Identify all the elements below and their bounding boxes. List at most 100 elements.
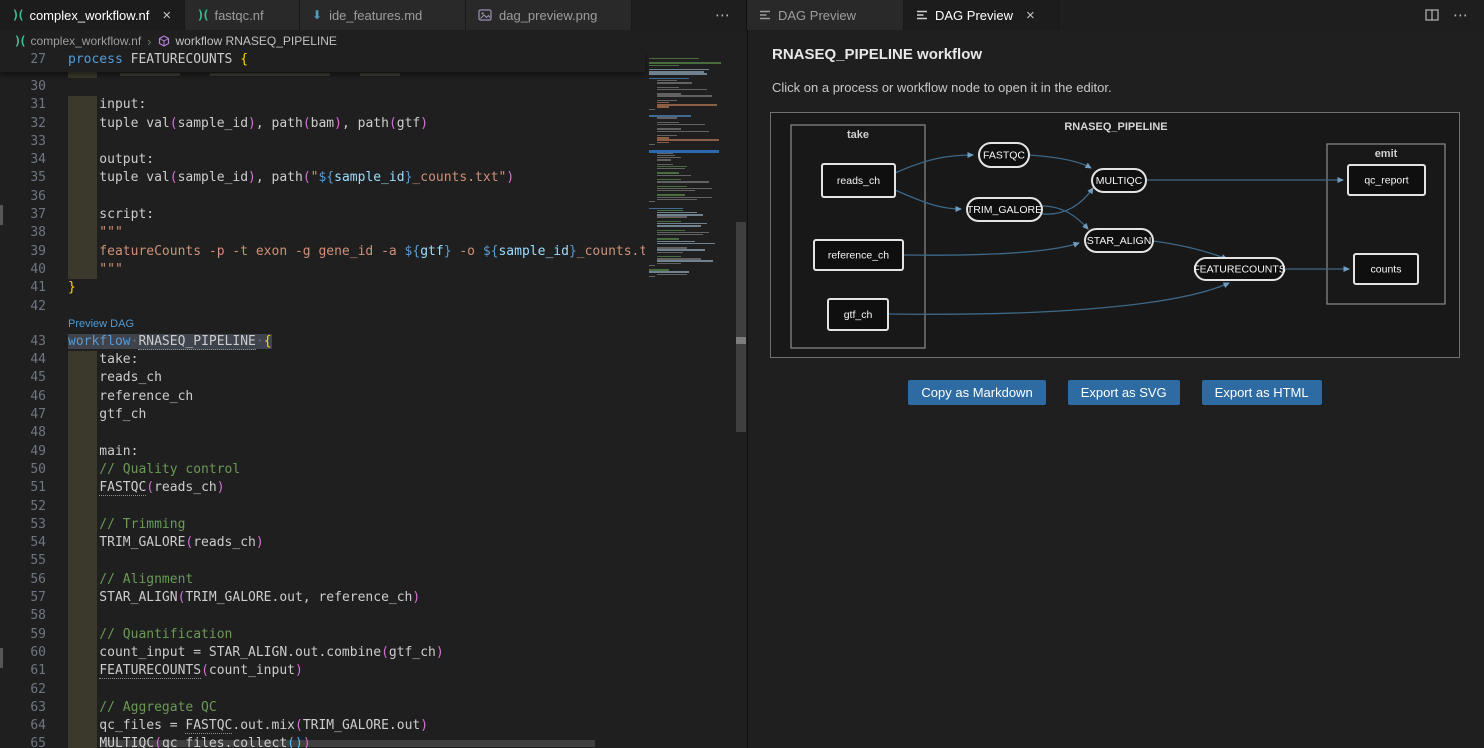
code-line[interactable]: 55 bbox=[0, 552, 645, 570]
code-token: ( bbox=[295, 718, 303, 733]
code-token: .out.mix bbox=[232, 718, 295, 733]
code-line[interactable]: 40 """ bbox=[0, 261, 645, 279]
tab-complex-workflow-nf[interactable]: )( complex_workflow.nf × bbox=[0, 0, 185, 30]
code-area[interactable]: 3031 input:32 tuple val(sample_id), path… bbox=[0, 78, 645, 748]
line-content: script: bbox=[68, 206, 154, 224]
code-line[interactable]: 52 bbox=[0, 498, 645, 516]
export-as-svg-button[interactable]: Export as SVG bbox=[1068, 380, 1180, 405]
code-token: ( bbox=[381, 645, 389, 660]
line-number: 52 bbox=[0, 498, 46, 516]
code-line[interactable]: 57 STAR_ALIGN(TRIM_GALORE.out, reference… bbox=[0, 589, 645, 607]
line-number: 36 bbox=[0, 188, 46, 206]
minimap-line bbox=[657, 256, 681, 257]
dag-node-label-counts[interactable]: counts bbox=[1371, 264, 1402, 276]
line-number: 32 bbox=[0, 115, 46, 133]
code-line[interactable]: 59 // Quantification bbox=[0, 626, 645, 644]
minimap-line bbox=[657, 128, 681, 129]
tab-label: DAG Preview bbox=[778, 8, 856, 23]
scrollbar-thumb[interactable] bbox=[736, 222, 746, 432]
code-line[interactable]: 47 gtf_ch bbox=[0, 406, 645, 424]
line-number: 44 bbox=[0, 351, 46, 369]
code-line[interactable]: 37 script: bbox=[0, 206, 645, 224]
minimap-line bbox=[657, 263, 681, 264]
dag-node-label-FEATURECOUNTS[interactable]: FEATURECOUNTS bbox=[1193, 264, 1286, 276]
code-line[interactable]: 45 reads_ch bbox=[0, 369, 645, 387]
dag-node-label-STAR_ALIGN[interactable]: STAR_ALIGN bbox=[1087, 235, 1152, 247]
code-line[interactable]: 49 main: bbox=[0, 443, 645, 461]
export-as-html-button[interactable]: Export as HTML bbox=[1202, 380, 1322, 405]
tab-dag-preview-png[interactable]: dag_preview.png bbox=[466, 0, 632, 30]
dag-node-label-reference_ch[interactable]: reference_ch bbox=[828, 250, 889, 262]
breadcrumb-file[interactable]: complex_workflow.nf bbox=[30, 34, 141, 48]
code-line[interactable]: 39 featureCounts -p -t exon -g gene_id -… bbox=[0, 243, 645, 261]
dag-node-label-gtf_ch[interactable]: gtf_ch bbox=[844, 309, 873, 321]
code-token: ) bbox=[506, 170, 514, 185]
code-line[interactable]: 35 tuple val(sample_id), path("${sample_… bbox=[0, 169, 645, 187]
code-line[interactable]: 32 tuple val(sample_id), path(bam), path… bbox=[0, 115, 645, 133]
code-line[interactable]: 60 count_input = STAR_ALIGN.out.combine(… bbox=[0, 644, 645, 662]
more-actions-icon[interactable]: ⋯ bbox=[1453, 6, 1470, 24]
minimap-line bbox=[657, 212, 697, 213]
close-icon[interactable]: × bbox=[162, 8, 171, 23]
code-line[interactable]: 38 """ bbox=[0, 224, 645, 242]
minimap-line bbox=[657, 190, 695, 191]
code-line[interactable]: 65 MULTIQC(qc_files.collect()) bbox=[0, 735, 645, 748]
code-line[interactable]: 31 input: bbox=[0, 96, 645, 114]
code-line[interactable]: 46 reference_ch bbox=[0, 388, 645, 406]
code-line[interactable]: 56 // Alignment bbox=[0, 571, 645, 589]
line-number: 63 bbox=[0, 699, 46, 717]
more-actions-icon[interactable]: ⋯ bbox=[701, 6, 746, 24]
line-number: 42 bbox=[0, 298, 46, 316]
codelens-preview-dag[interactable]: Preview DAG bbox=[68, 316, 645, 333]
dag-node-label-qc_report[interactable]: qc_report bbox=[1364, 175, 1408, 187]
minimap-line bbox=[657, 164, 673, 165]
code-token: process bbox=[68, 52, 123, 67]
code-editor[interactable]: )( complex_workflow.nf › workflow RNASEQ… bbox=[0, 30, 747, 748]
split-editor-icon[interactable] bbox=[1425, 9, 1439, 21]
code-line[interactable]: 30 bbox=[0, 78, 645, 96]
tab-ide-features-md[interactable]: ⬇ ide_features.md bbox=[300, 0, 466, 30]
tab-dag-preview-active[interactable]: DAG Preview × bbox=[904, 0, 1059, 30]
close-icon[interactable]: × bbox=[1026, 8, 1035, 23]
line-content: STAR_ALIGN(TRIM_GALORE.out, reference_ch… bbox=[68, 589, 420, 607]
copy-as-markdown-button[interactable]: Copy as Markdown bbox=[908, 380, 1045, 405]
minimap-line bbox=[649, 269, 669, 270]
code-line[interactable]: 62 bbox=[0, 681, 645, 699]
code-token: """ bbox=[68, 262, 123, 277]
line-number: 33 bbox=[0, 133, 46, 151]
overview-ruler-mark bbox=[736, 337, 746, 344]
preview-icon bbox=[759, 9, 771, 21]
code-line[interactable]: 63 // Aggregate QC bbox=[0, 699, 645, 717]
sticky-scroll-line[interactable]: 27 process FEATURECOUNTS { bbox=[0, 52, 645, 72]
code-line[interactable]: 61 FEATURECOUNTS(count_input) bbox=[0, 662, 645, 680]
dag-node-label-MULTIQC[interactable]: MULTIQC bbox=[1096, 175, 1143, 187]
minimap-line bbox=[657, 82, 692, 83]
dag-node-label-reads_ch[interactable]: reads_ch bbox=[837, 175, 880, 187]
code-line[interactable]: 42 bbox=[0, 298, 645, 316]
code-line[interactable]: 34 output: bbox=[0, 151, 645, 169]
code-line[interactable]: 53 // Trimming bbox=[0, 516, 645, 534]
code-line[interactable]: 58 bbox=[0, 607, 645, 625]
code-line[interactable]: 33 bbox=[0, 133, 645, 151]
code-token: ) bbox=[420, 718, 428, 733]
minimap-line bbox=[657, 232, 709, 233]
dag-node-label-FASTQC[interactable]: FASTQC bbox=[983, 150, 1025, 162]
code-line[interactable]: 54 TRIM_GALORE(reads_ch) bbox=[0, 534, 645, 552]
line-content: tuple val(sample_id), path(bam), path(gt… bbox=[68, 115, 428, 133]
code-token: ${ bbox=[318, 170, 334, 185]
code-line[interactable]: 43workflow·RNASEQ_PIPELINE·{ bbox=[0, 333, 645, 351]
tab-fastqc-nf[interactable]: )( fastqc.nf bbox=[185, 0, 300, 30]
tab-dag-preview-inactive[interactable]: DAG Preview bbox=[747, 0, 904, 30]
dag-node-label-TRIM_GALORE[interactable]: TRIM_GALORE bbox=[967, 204, 1042, 216]
symbol-workflow-icon bbox=[158, 35, 170, 47]
minimap[interactable] bbox=[645, 52, 735, 748]
code-line[interactable]: 48 bbox=[0, 424, 645, 442]
code-line[interactable]: 51 FASTQC(reads_ch) bbox=[0, 479, 645, 497]
code-line[interactable]: 36 bbox=[0, 188, 645, 206]
code-line[interactable]: 41} bbox=[0, 279, 645, 297]
breadcrumb-symbol[interactable]: workflow RNASEQ_PIPELINE bbox=[176, 34, 337, 48]
code-line[interactable]: 44 take: bbox=[0, 351, 645, 369]
code-line[interactable]: 50 // Quality control bbox=[0, 461, 645, 479]
vertical-scrollbar[interactable] bbox=[735, 52, 747, 748]
code-line[interactable]: 64 qc_files = FASTQC.out.mix(TRIM_GALORE… bbox=[0, 717, 645, 735]
